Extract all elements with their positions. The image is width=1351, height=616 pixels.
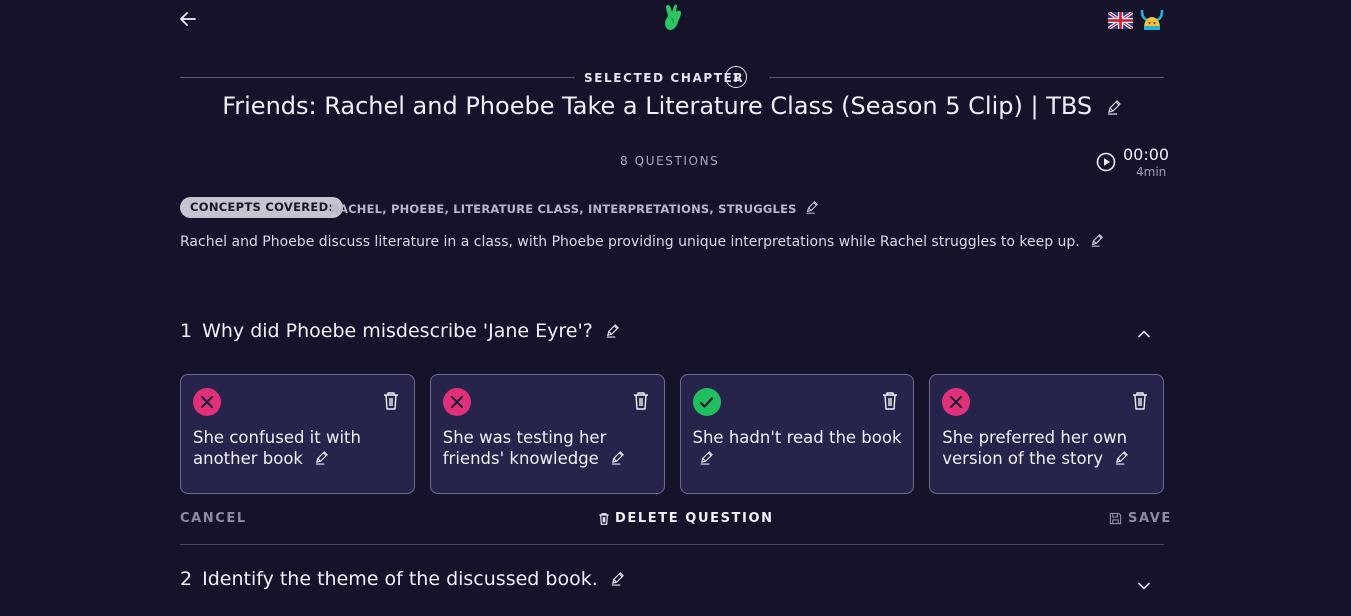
chapter-summary-row: Rachel and Phoebe discuss literature in … bbox=[180, 233, 1104, 250]
chapter-summary: Rachel and Phoebe discuss literature in … bbox=[180, 234, 1080, 250]
floppy-disk-icon bbox=[1109, 512, 1122, 525]
chapter-divider-right bbox=[769, 77, 1164, 78]
answer-text-row: She was testing her friends' knowledge bbox=[443, 427, 654, 469]
answer-text-row: She confused it with another book bbox=[193, 427, 404, 469]
edit-pencil-icon[interactable] bbox=[605, 323, 620, 338]
question-text: Identify the theme of the discussed book… bbox=[202, 568, 598, 590]
answer-card[interactable]: She hadn't read the book bbox=[679, 374, 915, 494]
answer-text: She confused it with another book bbox=[193, 428, 361, 468]
trash-icon[interactable] bbox=[1131, 391, 1149, 411]
answer-options: She confused it with another book She wa… bbox=[180, 374, 1164, 494]
correct-answer-icon[interactable] bbox=[692, 388, 721, 416]
back-arrow-icon[interactable] bbox=[178, 9, 198, 29]
answer-card[interactable]: She confused it with another book bbox=[180, 374, 415, 494]
question-text: Why did Phoebe misdescribe 'Jane Eyre'? bbox=[202, 320, 593, 342]
edit-pencil-icon[interactable] bbox=[1114, 450, 1129, 465]
trash-icon bbox=[599, 512, 609, 525]
edit-pencil-icon[interactable] bbox=[610, 571, 625, 586]
question-number: 1 bbox=[180, 320, 193, 342]
answer-text-row: She preferred her own version of the sto… bbox=[942, 427, 1153, 469]
save-button[interactable]: SAVE bbox=[1109, 511, 1172, 526]
incorrect-answer-icon[interactable] bbox=[442, 388, 471, 416]
answer-text-row: She hadn't read the book bbox=[693, 427, 904, 469]
playback-time: 00:00 bbox=[1123, 145, 1170, 164]
trash-icon[interactable] bbox=[382, 391, 400, 411]
chapter-duration: 4min bbox=[1136, 165, 1167, 179]
chapter-title: Friends: Rachel and Phoebe Take a Litera… bbox=[222, 92, 1093, 120]
save-label: SAVE bbox=[1128, 511, 1172, 526]
question-number: 2 bbox=[180, 568, 193, 590]
delete-question-button[interactable]: DELETE QUESTION bbox=[598, 511, 774, 526]
incorrect-answer-icon[interactable] bbox=[193, 388, 221, 416]
edit-pencil-icon[interactable] bbox=[1090, 233, 1104, 247]
chevron-up-icon[interactable] bbox=[1137, 327, 1151, 341]
cancel-button[interactable]: CANCEL bbox=[180, 511, 247, 526]
viking-helmet-avatar-icon[interactable] bbox=[1140, 9, 1164, 31]
edit-pencil-icon[interactable] bbox=[699, 450, 714, 465]
answer-text: She hadn't read the book bbox=[692, 428, 902, 447]
delete-question-label: DELETE QUESTION bbox=[615, 511, 774, 526]
uk-flag-icon[interactable] bbox=[1108, 12, 1133, 29]
edit-pencil-icon[interactable] bbox=[314, 450, 329, 465]
concepts-list-row: RACHEL, PHOEBE, LITERATURE CLASS, INTERP… bbox=[330, 200, 819, 216]
edit-pencil-icon[interactable] bbox=[805, 200, 819, 214]
chapter-divider-left bbox=[180, 77, 575, 78]
question-1-title-row[interactable]: 1 Why did Phoebe misdescribe 'Jane Eyre'? bbox=[180, 320, 620, 342]
edit-pencil-icon[interactable] bbox=[610, 450, 625, 465]
chevron-down-icon[interactable] bbox=[1137, 579, 1151, 593]
play-icon[interactable] bbox=[1096, 152, 1116, 172]
edit-pencil-icon[interactable] bbox=[1106, 99, 1122, 115]
trash-icon[interactable] bbox=[632, 391, 650, 411]
answer-card[interactable]: She preferred her own version of the sto… bbox=[929, 374, 1164, 494]
concepts-covered-badge: CONCEPTS COVERED: bbox=[180, 197, 344, 218]
selected-chapter-label: SELECTED CHAPTER bbox=[584, 71, 745, 85]
answer-card[interactable]: She was testing her friends' knowledge bbox=[429, 374, 665, 494]
question-divider bbox=[180, 544, 1164, 545]
incorrect-answer-icon[interactable] bbox=[942, 388, 971, 416]
answer-text: She was testing her friends' knowledge bbox=[442, 428, 607, 468]
hand-logo-icon[interactable] bbox=[662, 2, 686, 34]
questions-count: 8 QUESTIONS bbox=[620, 154, 720, 168]
concepts-list: RACHEL, PHOEBE, LITERATURE CLASS, INTERP… bbox=[330, 202, 797, 216]
answer-text: She preferred her own version of the sto… bbox=[942, 428, 1128, 468]
trash-icon[interactable] bbox=[881, 391, 899, 411]
question-2-title-row[interactable]: 2 Identify the theme of the discussed boo… bbox=[180, 568, 625, 590]
chapter-title-row: Friends: Rachel and Phoebe Take a Litera… bbox=[180, 92, 1164, 120]
chapter-number-badge: 1 bbox=[725, 66, 747, 88]
